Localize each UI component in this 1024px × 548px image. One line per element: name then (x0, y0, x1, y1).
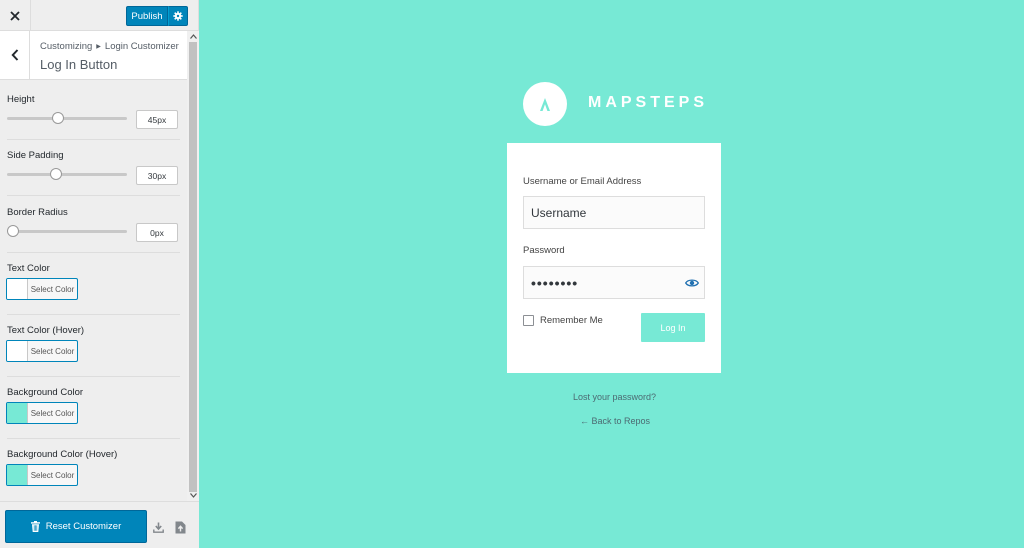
select-color-label: Select Color (30, 346, 75, 356)
upload-file-icon (175, 521, 185, 533)
color-swatch (7, 465, 28, 485)
text-color-hover-picker-button[interactable]: Select Color (6, 340, 78, 362)
username-field[interactable]: Username (523, 196, 705, 229)
scroll-down-arrow[interactable] (187, 490, 199, 501)
password-field[interactable]: •••••••• (523, 266, 705, 299)
divider (7, 195, 180, 196)
height-slider[interactable] (7, 112, 127, 124)
height-slider-handle[interactable] (52, 112, 65, 124)
caret-down-icon (189, 493, 197, 498)
username-label: Username or Email Address (523, 176, 642, 187)
sidebar-scrollbar[interactable] (187, 31, 199, 501)
login-form: Username or Email Address Username Passw… (507, 143, 721, 373)
remember-me[interactable]: Remember Me (523, 315, 603, 326)
login-preview: MAPSTEPS Username or Email Address Usern… (199, 0, 1024, 548)
reset-customizer-button[interactable]: Reset Customizer (5, 510, 147, 543)
breadcrumb: Customizing ▶ Login Customizer (40, 41, 179, 52)
select-color-label: Select Color (30, 408, 75, 418)
username-value: Username (531, 205, 587, 220)
text-color-picker-button[interactable]: Select Color (6, 278, 78, 300)
scrollbar-thumb[interactable] (189, 42, 197, 492)
breadcrumb-root: Customizing (40, 41, 93, 52)
scroll-up-arrow[interactable] (187, 31, 199, 42)
select-color-label: Select Color (30, 470, 75, 480)
trash-icon (30, 521, 40, 532)
eye-icon (685, 279, 699, 287)
border-radius-label: Border Radius (7, 207, 68, 218)
color-swatch (7, 279, 28, 299)
import-button[interactable] (174, 520, 186, 534)
background-color-hover-label: Background Color (Hover) (7, 449, 118, 460)
breadcrumb-separator-icon: ▶ (96, 44, 101, 50)
customizer-header: Publish (0, 0, 198, 31)
height-label: Height (7, 94, 35, 105)
customizer-footer: Reset Customizer (0, 501, 199, 548)
chevron-left-icon (10, 49, 18, 61)
side-padding-label: Side Padding (7, 150, 64, 161)
publish-group: Publish (126, 6, 188, 26)
publish-settings-button[interactable] (168, 6, 188, 26)
breadcrumb-child: Login Customizer (104, 41, 179, 52)
lost-password-link[interactable]: Lost your password? (573, 392, 656, 402)
side-padding-value-input[interactable]: 30px (136, 166, 178, 185)
download-icon (152, 522, 164, 533)
side-padding-slider[interactable] (7, 168, 127, 180)
divider (7, 314, 180, 315)
close-icon (10, 10, 20, 21)
brand-logo[interactable] (523, 82, 567, 126)
show-password-button[interactable] (685, 276, 699, 290)
divider (7, 438, 180, 439)
text-color-hover-label: Text Color (Hover) (7, 325, 85, 336)
back-button[interactable] (0, 31, 30, 79)
back-to-site-link[interactable]: ← Back to Repos (580, 416, 650, 426)
section-header: Customizing ▶ Login Customizer Log In Butt… (0, 31, 187, 80)
mapsteps-logo-icon (540, 98, 550, 111)
text-color-label: Text Color (7, 263, 50, 274)
divider (7, 252, 180, 253)
caret-up-icon (189, 34, 197, 39)
close-button[interactable] (0, 0, 31, 31)
remember-me-checkbox[interactable] (523, 315, 534, 326)
color-swatch (7, 403, 28, 423)
password-label: Password (523, 245, 565, 256)
log-in-button[interactable]: Log In (641, 313, 705, 342)
height-value-input[interactable]: 45px (136, 110, 178, 129)
divider (7, 376, 180, 377)
divider (7, 139, 180, 140)
publish-button[interactable]: Publish (126, 6, 168, 26)
remember-me-label: Remember Me (540, 315, 603, 326)
side-padding-slider-handle[interactable] (50, 168, 63, 180)
border-radius-slider[interactable] (7, 225, 127, 237)
select-color-label: Select Color (30, 284, 75, 294)
color-swatch (7, 341, 28, 361)
export-button[interactable] (152, 520, 164, 534)
background-color-label: Background Color (7, 387, 84, 398)
section-title: Log In Button (40, 57, 118, 72)
border-radius-value-input[interactable]: 0px (136, 223, 178, 242)
gear-icon (173, 11, 183, 21)
border-radius-slider-handle[interactable] (7, 225, 19, 237)
background-color-hover-picker-button[interactable]: Select Color (6, 464, 78, 486)
brand-name: MAPSTEPS (588, 94, 709, 111)
password-value: •••••••• (531, 274, 579, 291)
reset-customizer-label: Reset Customizer (45, 521, 122, 532)
background-color-picker-button[interactable]: Select Color (6, 402, 78, 424)
customizer-sidebar: Publish Customizing ▶ Login Customizer L… (0, 0, 199, 548)
